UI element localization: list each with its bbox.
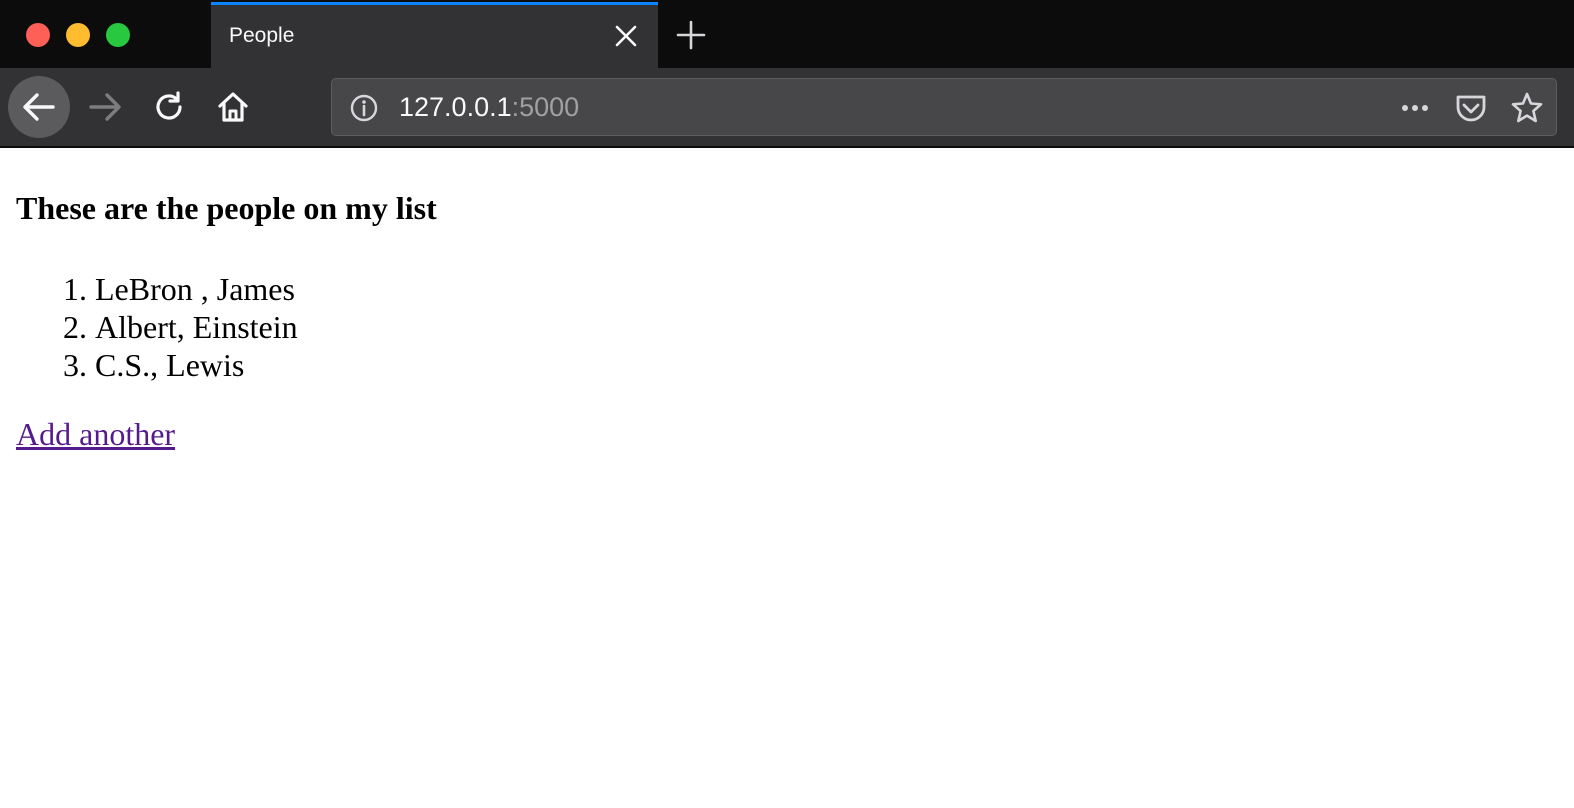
window-maximize-button[interactable] bbox=[106, 23, 130, 47]
window-minimize-button[interactable] bbox=[66, 23, 90, 47]
add-another-link[interactable]: Add another bbox=[16, 416, 175, 453]
window-close-button[interactable] bbox=[26, 23, 50, 47]
url-port: :5000 bbox=[511, 92, 580, 122]
address-bar[interactable]: 127.0.0.1:5000 bbox=[331, 78, 1557, 136]
list-item: Albert, Einstein bbox=[95, 308, 1558, 346]
list-item: C.S., Lewis bbox=[95, 346, 1558, 384]
arrow-right-icon bbox=[89, 93, 121, 121]
forward-button[interactable] bbox=[84, 86, 126, 128]
page-content: These are the people on my list LeBron ,… bbox=[0, 148, 1574, 453]
url-host: 127.0.0.1 bbox=[399, 92, 512, 122]
new-tab-icon[interactable] bbox=[676, 20, 706, 50]
home-icon bbox=[218, 92, 248, 122]
arrow-left-icon bbox=[23, 93, 55, 121]
url-text[interactable]: 127.0.0.1:5000 bbox=[399, 92, 579, 122]
tab-people[interactable]: People bbox=[211, 2, 658, 68]
pocket-icon[interactable] bbox=[1454, 91, 1488, 125]
home-button[interactable] bbox=[212, 86, 254, 128]
people-list: LeBron , James Albert, Einstein C.S., Le… bbox=[16, 270, 1558, 384]
reload-icon bbox=[156, 91, 182, 120]
back-button[interactable] bbox=[8, 76, 70, 138]
tab-title: People bbox=[229, 24, 295, 47]
close-tab-icon[interactable] bbox=[614, 24, 638, 48]
page-heading: These are the people on my list bbox=[16, 190, 437, 226]
bookmark-star-icon[interactable] bbox=[1510, 91, 1544, 125]
browser-title-bar: People bbox=[0, 0, 1574, 68]
browser-nav-bar: 127.0.0.1:5000 bbox=[0, 68, 1574, 148]
list-item: LeBron , James bbox=[95, 270, 1558, 308]
more-actions-icon[interactable] bbox=[1398, 91, 1432, 125]
reload-button[interactable] bbox=[148, 86, 190, 128]
info-icon[interactable] bbox=[349, 93, 379, 123]
